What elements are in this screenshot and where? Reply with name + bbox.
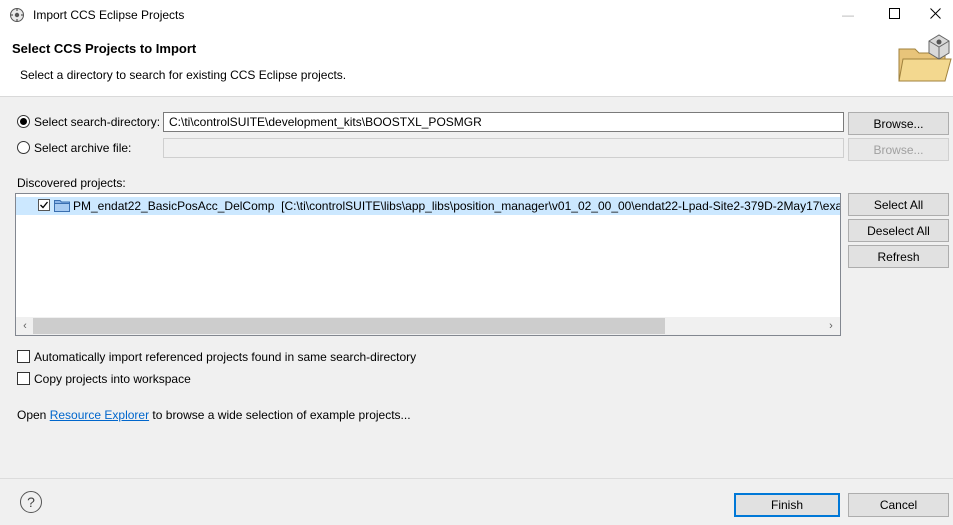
minimize-button[interactable]: —: [825, 0, 871, 30]
resource-explorer-link[interactable]: Resource Explorer: [50, 408, 149, 422]
auto-import-label: Automatically import referenced projects…: [34, 350, 417, 364]
discovered-projects-list[interactable]: PM_endat22_BasicPosAcc_DelComp [C:\ti\co…: [15, 193, 841, 336]
scroll-right-icon[interactable]: ›: [824, 318, 838, 334]
search-directory-label: Select search-directory:: [34, 115, 161, 129]
minimize-icon: —: [842, 8, 854, 22]
project-checkbox[interactable]: [38, 199, 50, 211]
finish-button[interactable]: Finish: [734, 493, 840, 517]
scroll-left-icon[interactable]: ‹: [18, 318, 32, 334]
copy-projects-label: Copy projects into workspace: [34, 372, 191, 386]
import-folder-icon: [893, 31, 953, 87]
title-bar: Import CCS Eclipse Projects —: [0, 0, 953, 30]
banner-heading: Select CCS Projects to Import: [12, 41, 197, 56]
help-icon[interactable]: ?: [20, 491, 42, 513]
resource-prefix: Open: [17, 408, 47, 422]
select-all-button[interactable]: Select All: [848, 193, 949, 216]
archive-file-radio[interactable]: [17, 141, 30, 154]
resource-explorer-line: Open Resource Explorer to browse a wide …: [17, 408, 411, 422]
deselect-all-button[interactable]: Deselect All: [848, 219, 949, 242]
archive-file-label: Select archive file:: [34, 141, 132, 155]
auto-import-checkbox[interactable]: [17, 350, 30, 363]
search-directory-radio[interactable]: [17, 115, 30, 128]
close-icon: [929, 8, 941, 22]
wizard-banner: Select CCS Projects to Import Select a d…: [0, 30, 953, 96]
project-name: PM_endat22_BasicPosAcc_DelComp: [73, 199, 275, 213]
discovered-projects-label: Discovered projects:: [17, 176, 126, 190]
browse-directory-button[interactable]: Browse...: [848, 112, 949, 135]
project-folder-icon: [54, 199, 70, 212]
refresh-button[interactable]: Refresh: [848, 245, 949, 268]
cancel-button[interactable]: Cancel: [848, 493, 949, 517]
copy-projects-checkbox[interactable]: [17, 372, 30, 385]
close-button[interactable]: [917, 0, 953, 30]
banner-description: Select a directory to search for existin…: [20, 68, 347, 82]
window-title: Import CCS Eclipse Projects: [33, 8, 185, 22]
maximize-button[interactable]: [871, 0, 917, 30]
eclipse-app-icon: [9, 7, 25, 23]
horizontal-scrollbar[interactable]: ‹ ›: [16, 317, 840, 335]
browse-archive-button[interactable]: Browse...: [848, 138, 949, 161]
maximize-icon: [888, 8, 900, 22]
project-label: PM_endat22_BasicPosAcc_DelComp [C:\ti\co…: [73, 199, 841, 213]
project-row[interactable]: PM_endat22_BasicPosAcc_DelComp [C:\ti\co…: [16, 197, 840, 215]
project-path: [C:\ti\controlSUITE\libs\app_libs\positi…: [281, 199, 841, 213]
archive-file-input[interactable]: [163, 138, 844, 158]
scrollbar-thumb[interactable]: [33, 318, 665, 334]
search-directory-input[interactable]: C:\ti\controlSUITE\development_kits\BOOS…: [163, 112, 844, 132]
resource-suffix: to browse a wide selection of example pr…: [152, 408, 411, 422]
